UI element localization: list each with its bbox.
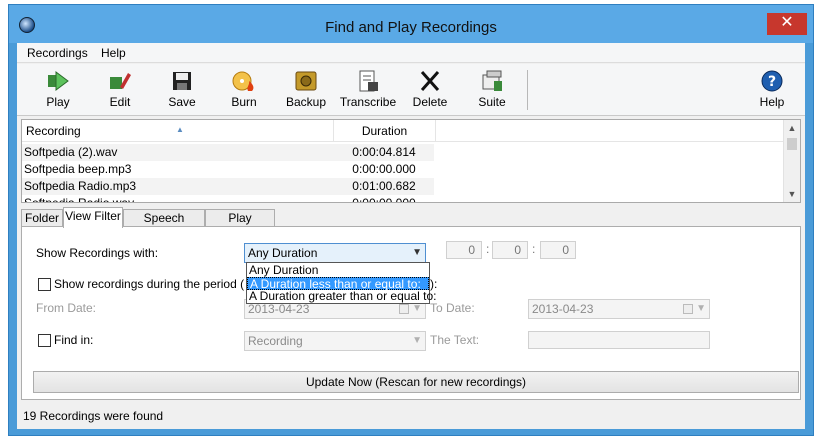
from-date-value: 2013-04-23 xyxy=(248,302,310,316)
find-in-value: Recording xyxy=(248,334,303,348)
row-duration: 0:01:00.682 xyxy=(352,179,416,193)
seconds-field[interactable]: 0 xyxy=(540,241,576,259)
hours-field[interactable]: 0 xyxy=(446,241,482,259)
period-checkbox[interactable] xyxy=(38,278,51,291)
chevron-down-icon: ▼ xyxy=(696,303,706,314)
to-date-label: To Date: xyxy=(430,301,475,315)
burn-label: Burn xyxy=(231,95,257,109)
to-date-picker[interactable]: 2013-04-23 ▼ xyxy=(528,299,710,319)
toolbar-separator xyxy=(527,70,528,110)
suite-label: Suite xyxy=(478,95,506,109)
tab-folder[interactable]: Folder xyxy=(21,209,63,227)
duration-dropdown-list[interactable]: Any Duration A Duration less than or equ… xyxy=(246,262,436,304)
burn-icon xyxy=(232,71,254,91)
tab-view-filter[interactable]: View Filter xyxy=(63,207,123,228)
from-date-label: From Date: xyxy=(36,301,97,315)
duration-option[interactable]: Any Duration xyxy=(247,264,429,277)
burn-button[interactable]: Burn xyxy=(213,67,275,113)
delete-icon xyxy=(420,71,440,91)
sort-ascending-icon: ▲ xyxy=(176,125,184,134)
calendar-icon xyxy=(399,304,409,314)
time-colon: : xyxy=(486,242,490,256)
edit-icon xyxy=(110,73,131,89)
period-label: Show recordings during the period ( xyxy=(54,277,245,291)
find-in-checkbox[interactable] xyxy=(38,334,51,347)
menu-bar: Recordings Help xyxy=(17,43,805,63)
time-colon: : xyxy=(532,242,536,256)
chevron-down-icon: ▼ xyxy=(412,335,422,346)
help-label: Help xyxy=(759,95,785,109)
backup-label: Backup xyxy=(285,95,327,109)
duration-option[interactable]: A Duration greater than or equal to: xyxy=(247,290,436,303)
close-button[interactable]: ✕ xyxy=(767,13,807,35)
save-label: Save xyxy=(168,95,196,109)
duration-select-value: Any Duration xyxy=(248,246,318,260)
search-text-input[interactable] xyxy=(528,331,710,349)
scroll-up-icon[interactable]: ▲ xyxy=(784,120,800,136)
menu-help[interactable]: Help xyxy=(101,46,126,60)
row-duration: 0:00:00.000 xyxy=(352,162,416,176)
suite-icon xyxy=(482,70,502,91)
client-area: Recordings Help Play Edit Save Burn Back… xyxy=(17,43,805,429)
table-row[interactable]: Softpedia Radio.wav 0:00:00.000 xyxy=(22,195,434,203)
menu-recordings[interactable]: Recordings xyxy=(27,46,88,60)
tab-strip: Folder View Filter Speech Search Play Op… xyxy=(21,207,801,241)
title-bar[interactable]: Find and Play Recordings ✕ xyxy=(9,5,813,43)
list-scrollbar[interactable]: ▲ ▼ xyxy=(783,120,800,202)
row-name: Softpedia Radio.wav xyxy=(24,196,135,203)
table-row[interactable]: Softpedia beep.mp3 0:00:00.000 xyxy=(22,161,434,178)
help-button[interactable]: ? Help xyxy=(741,67,803,113)
column-duration[interactable]: Duration xyxy=(334,120,436,142)
column-recording[interactable]: Recording ▲ xyxy=(22,120,334,142)
column-recording-label: Recording xyxy=(26,124,81,138)
row-name: Softpedia Radio.mp3 xyxy=(24,179,137,193)
list-header: Recording ▲ Duration xyxy=(22,120,786,142)
edit-button[interactable]: Edit xyxy=(89,67,151,113)
row-duration: 0:00:00.000 xyxy=(352,196,416,203)
delete-button[interactable]: Delete xyxy=(399,67,461,113)
play-icon xyxy=(48,71,69,91)
save-button[interactable]: Save xyxy=(151,67,213,113)
find-in-select[interactable]: Recording ▼ xyxy=(244,331,426,351)
recordings-list[interactable]: Recording ▲ Duration Softpedia (2).wav 0… xyxy=(21,119,801,203)
window-title: Find and Play Recordings xyxy=(325,19,497,36)
save-icon xyxy=(173,72,191,90)
transcribe-button[interactable]: Transcribe xyxy=(337,67,399,113)
tab-speech-search[interactable]: Speech Search xyxy=(123,209,205,241)
row-duration: 0:00:04.814 xyxy=(352,145,416,159)
status-text: 19 Recordings were found xyxy=(23,409,164,423)
table-row[interactable]: Softpedia Radio.mp3 0:01:00.682 xyxy=(22,178,434,195)
delete-label: Delete xyxy=(412,95,448,109)
status-bar: 19 Recordings were found xyxy=(17,403,805,429)
minutes-field[interactable]: 0 xyxy=(492,241,528,259)
svg-text:?: ? xyxy=(768,74,776,90)
the-text-label: The Text: xyxy=(430,333,480,347)
main-window: Find and Play Recordings ✕ Recordings He… xyxy=(8,4,814,436)
backup-button[interactable]: Backup xyxy=(275,67,337,113)
table-row[interactable]: Softpedia (2).wav 0:00:04.814 xyxy=(22,144,434,161)
help-icon: ? xyxy=(761,70,783,92)
scroll-thumb[interactable] xyxy=(787,138,797,150)
suite-button[interactable]: Suite xyxy=(461,67,523,113)
to-date-value: 2013-04-23 xyxy=(532,302,594,316)
scroll-down-icon[interactable]: ▼ xyxy=(784,186,800,202)
update-now-button[interactable]: Update Now (Rescan for new recordings) xyxy=(33,371,799,393)
duration-select[interactable]: Any Duration ▼ xyxy=(244,243,426,263)
chevron-down-icon: ▼ xyxy=(412,247,422,258)
edit-label: Edit xyxy=(109,95,131,109)
show-recordings-label: Show Recordings with: xyxy=(36,246,159,260)
play-label: Play xyxy=(46,95,70,109)
row-name: Softpedia beep.mp3 xyxy=(24,162,132,176)
toolbar: Play Edit Save Burn Backup Transcribe De… xyxy=(17,64,805,116)
backup-icon xyxy=(295,71,317,91)
transcribe-icon xyxy=(359,70,378,92)
calendar-icon xyxy=(683,304,693,314)
transcribe-label: Transcribe xyxy=(339,95,397,109)
find-in-label: Find in: xyxy=(54,333,94,347)
play-button[interactable]: Play xyxy=(27,67,89,113)
row-name: Softpedia (2).wav xyxy=(24,145,118,159)
tab-play-options[interactable]: Play Options xyxy=(205,209,275,241)
